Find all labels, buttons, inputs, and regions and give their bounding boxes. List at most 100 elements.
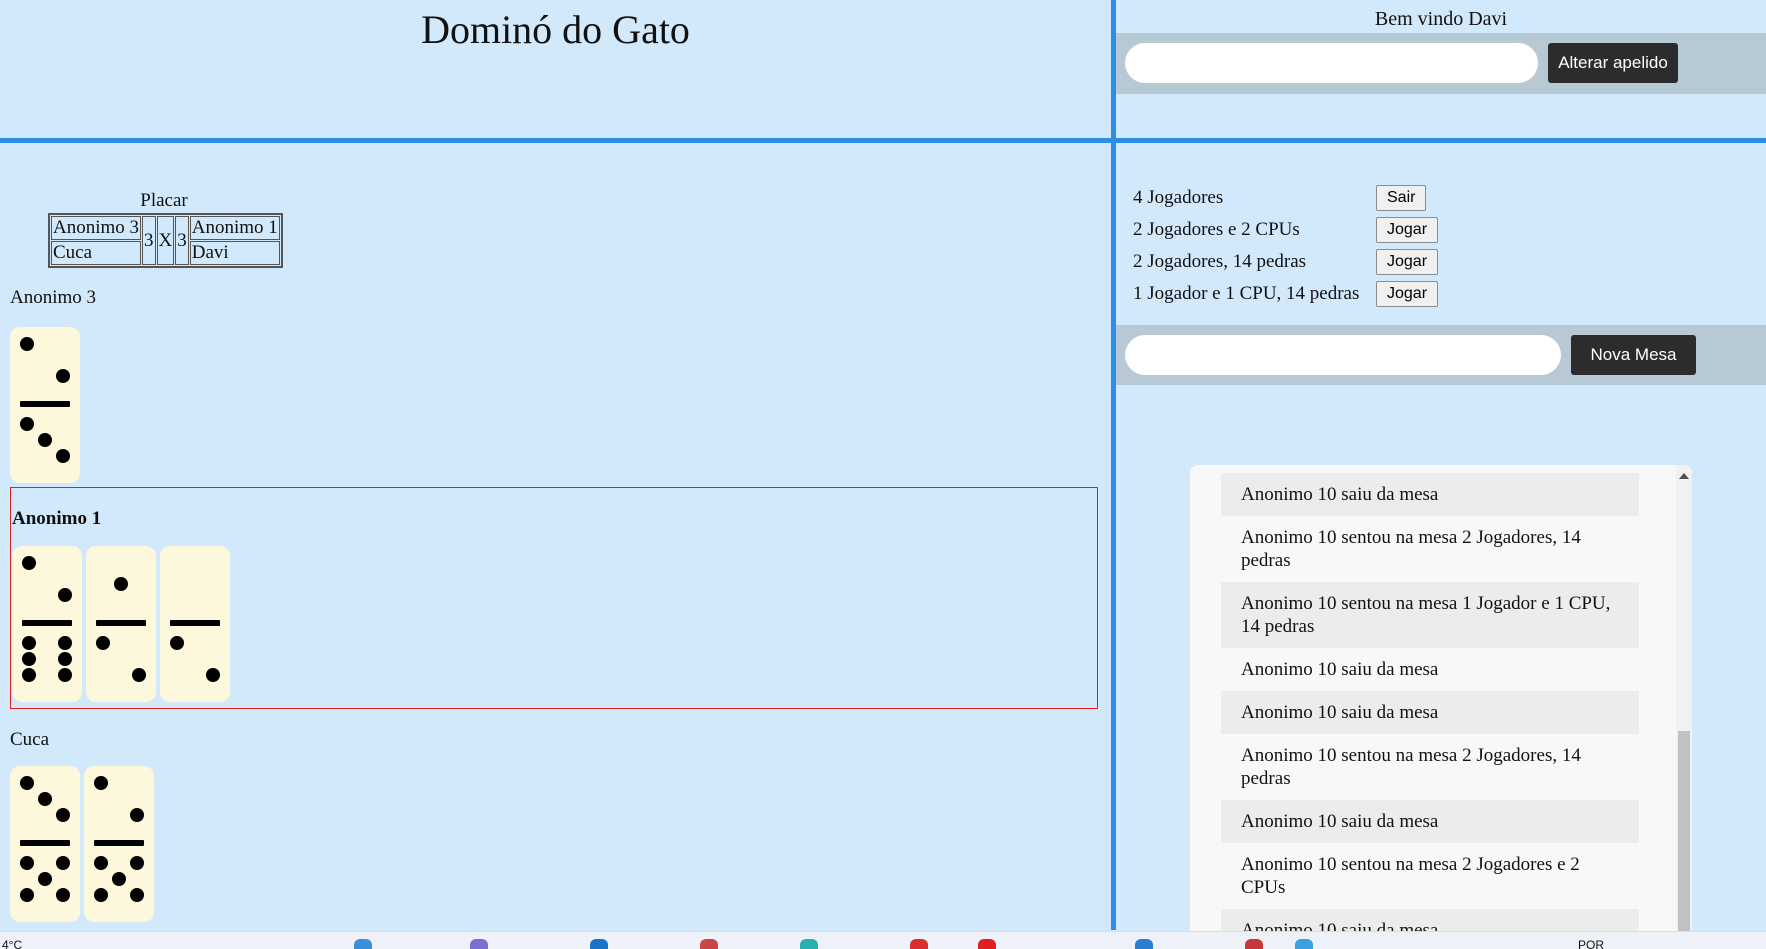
browser-icon[interactable]	[910, 939, 928, 949]
app-icon[interactable]	[470, 939, 488, 949]
nickname-bar: Alterar apelido	[1116, 33, 1766, 94]
pip-icon	[38, 433, 52, 447]
mode-label: 4 Jogadores	[1133, 187, 1224, 208]
pip-icon	[20, 417, 34, 431]
domino-tile[interactable]	[10, 327, 80, 483]
log-item: Anonimo 10 saiu da mesa	[1221, 800, 1639, 843]
taskbar: 4°C POR	[0, 931, 1766, 949]
pip-icon	[20, 888, 34, 902]
team-a-player-1: Anonimo 3	[51, 216, 142, 240]
pip-icon	[130, 808, 144, 822]
play-button[interactable]: Jogar	[1376, 249, 1439, 275]
activity-log-panel[interactable]: Anonimo 10 saiu da mesa Anonimo 10 sentou…	[1190, 465, 1692, 931]
app-icon[interactable]	[800, 939, 818, 949]
scoreboard-table: Anonimo 3 3 X 3 Anonimo 1 Cuca Davi	[48, 213, 283, 268]
pip-icon	[56, 808, 70, 822]
pip-icon	[94, 856, 108, 870]
domino-half-top	[12, 546, 82, 622]
new-table-button[interactable]: Nova Mesa	[1571, 335, 1696, 375]
pip-icon	[58, 652, 72, 666]
app-icon[interactable]	[1135, 939, 1153, 949]
player-name: Cuca	[10, 729, 50, 750]
app-icon[interactable]	[700, 939, 718, 949]
log-item: Anonimo 10 saiu da mesa	[1221, 473, 1639, 516]
pip-icon	[132, 668, 146, 682]
log-item: Anonimo 10 sentou na mesa 2 Jogadores, 1…	[1241, 527, 1581, 571]
log-item: Anonimo 10 sentou na mesa 2 Jogadores, 1…	[1241, 745, 1581, 789]
domino-half-bot	[86, 626, 156, 702]
app-icon[interactable]	[1295, 939, 1313, 949]
pip-icon	[56, 856, 70, 870]
score-separator: X	[156, 216, 175, 265]
new-table-bar: Nova Mesa	[1116, 325, 1766, 385]
mail-icon[interactable]	[1245, 939, 1263, 949]
pip-icon	[20, 776, 34, 790]
domino-half-bot	[10, 846, 80, 922]
domino-half-top	[10, 327, 80, 403]
team-b-player-1: Anonimo 1	[189, 216, 280, 240]
domino-tile[interactable]	[84, 766, 154, 922]
scoreboard-label: Placar	[140, 190, 188, 211]
change-nickname-button[interactable]: Alterar apelido	[1548, 43, 1678, 83]
pip-icon	[58, 636, 72, 650]
page-title: Dominó do Gato	[421, 7, 690, 52]
pip-icon	[96, 636, 110, 650]
windows-start-icon[interactable]	[354, 939, 372, 949]
activity-log-list: Anonimo 10 saiu da mesa Anonimo 10 sentou…	[1221, 473, 1639, 931]
pip-icon	[112, 872, 126, 886]
pip-icon	[58, 668, 72, 682]
scroll-thumb[interactable]	[1678, 731, 1690, 931]
pip-icon	[22, 556, 36, 570]
domino-half-bot	[84, 846, 154, 922]
pip-icon	[22, 652, 36, 666]
play-button[interactable]: Jogar	[1376, 281, 1439, 307]
pip-icon	[206, 668, 220, 682]
play-button[interactable]: Jogar	[1376, 217, 1439, 243]
pip-icon	[170, 636, 184, 650]
team-b-score: 3	[175, 216, 189, 265]
pip-icon	[56, 888, 70, 902]
mode-row: 4 Jogadores Sair	[1133, 184, 1427, 212]
taskbar-language: POR	[1578, 938, 1605, 949]
active-player-name: Anonimo 1	[12, 508, 102, 529]
domino-half-bot	[10, 407, 80, 483]
log-scrollbar[interactable]	[1676, 465, 1692, 931]
nickname-input[interactable]	[1125, 43, 1538, 83]
horizontal-divider	[0, 138, 1766, 143]
domino-tile[interactable]	[12, 546, 82, 702]
domino-tile[interactable]	[10, 766, 80, 922]
player-name: Anonimo 3	[10, 287, 97, 308]
domino-tile[interactable]	[86, 546, 156, 702]
domino-half-bot	[12, 626, 82, 702]
mode-label: 2 Jogadores e 2 CPUs	[1133, 219, 1300, 240]
pip-icon	[114, 577, 128, 591]
log-item: Anonimo 10 saiu da mesa	[1221, 909, 1639, 931]
mode-row: 2 Jogadores, 14 pedras Jogar	[1133, 248, 1439, 276]
notification-badge-icon[interactable]	[978, 939, 996, 949]
pip-icon	[20, 337, 34, 351]
pip-icon	[58, 588, 72, 602]
scroll-up-icon[interactable]	[1679, 473, 1689, 479]
app-icon[interactable]	[590, 939, 608, 949]
mode-label: 2 Jogadores, 14 pedras	[1133, 251, 1307, 272]
pip-icon	[94, 776, 108, 790]
pip-icon	[20, 856, 34, 870]
leave-button[interactable]: Sair	[1376, 185, 1427, 211]
domino-half-top	[160, 546, 230, 622]
pip-icon	[94, 888, 108, 902]
log-item: Anonimo 10 saiu da mesa	[1221, 691, 1639, 734]
taskbar-temperature: 4°C	[2, 938, 23, 949]
team-a-player-2: Cuca	[51, 241, 142, 265]
domino-half-top	[84, 766, 154, 842]
mode-row: 2 Jogadores e 2 CPUs Jogar	[1133, 216, 1439, 244]
pip-icon	[22, 636, 36, 650]
mode-label: 1 Jogador e 1 CPU, 14 pedras	[1133, 283, 1360, 304]
log-item: Anonimo 10 saiu da mesa	[1241, 659, 1439, 680]
domino-half-top	[10, 766, 80, 842]
pip-icon	[56, 369, 70, 383]
pip-icon	[22, 668, 36, 682]
domino-tile[interactable]	[160, 546, 230, 702]
domino-half-top	[86, 546, 156, 622]
pip-icon	[130, 888, 144, 902]
new-table-input[interactable]	[1125, 335, 1561, 375]
